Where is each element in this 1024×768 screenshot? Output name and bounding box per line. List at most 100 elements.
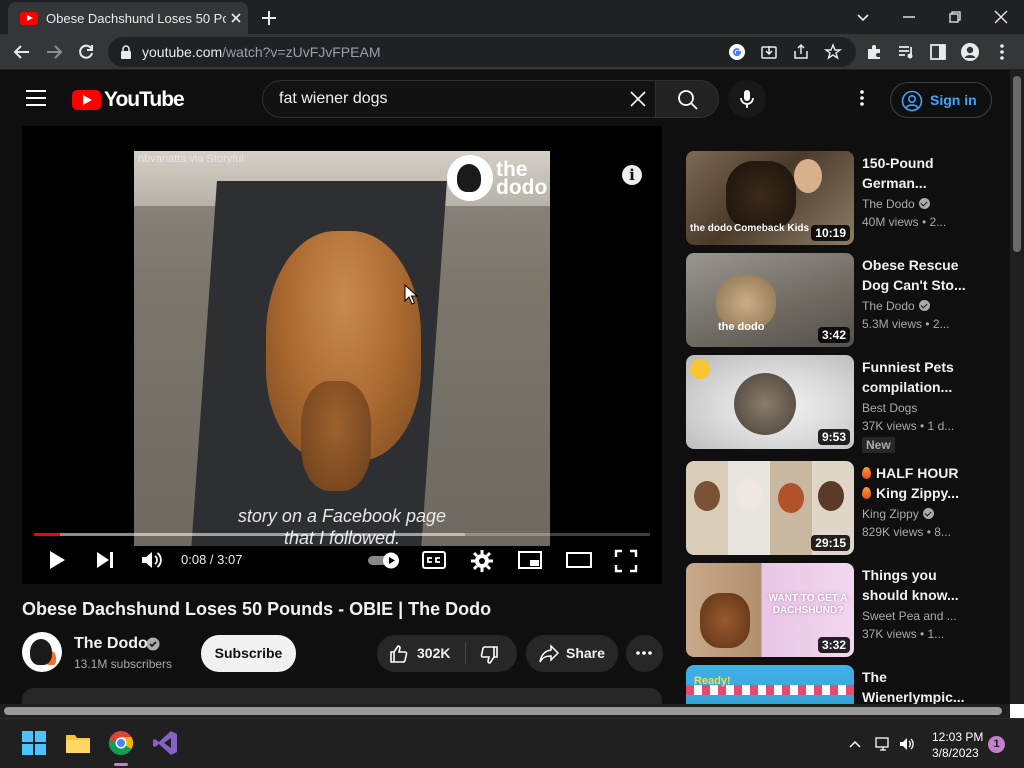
autoplay-toggle-icon[interactable]	[366, 549, 402, 571]
close-window-icon[interactable]	[990, 6, 1012, 28]
recommendation-thumbnail[interactable]: Ready!	[686, 665, 854, 704]
theater-mode-icon[interactable]	[566, 549, 592, 571]
share-button[interactable]: Share	[526, 635, 618, 672]
browser-tab[interactable]: Obese Dachshund Loses 50 Pounds - OBIE |…	[8, 2, 248, 34]
clear-search-icon[interactable]	[629, 90, 647, 108]
taskbar-time[interactable]: 12:03 PM	[932, 730, 983, 744]
video-scene-dachshund	[266, 231, 421, 491]
channel-name[interactable]: The Dodo	[74, 635, 148, 653]
recommendation-thumbnail[interactable]: 9:53	[686, 355, 854, 449]
subscribe-button[interactable]: Subscribe	[201, 635, 296, 672]
recommendation-title-line-1[interactable]: Funniest Pets	[862, 357, 980, 377]
search-input[interactable]: fat wiener dogs	[262, 80, 656, 118]
recommendation-title-line-1[interactable]: 150-Pound	[862, 153, 980, 173]
recommendation-channel[interactable]: King Zippy	[862, 507, 982, 521]
more-actions-button[interactable]	[626, 635, 663, 672]
recommendation-title-line-1[interactable]: Things you	[862, 565, 980, 585]
recommendation-title-line-2[interactable]: compilation...	[862, 377, 980, 397]
miniplayer-icon[interactable]	[518, 549, 542, 571]
recommendation-item[interactable]: 9:53 Funniest Pets compilation... Best D…	[686, 355, 986, 453]
video-duration: 3:32	[817, 637, 850, 653]
vertical-scrollbar[interactable]	[1010, 70, 1024, 704]
share-page-icon[interactable]	[792, 43, 810, 61]
recommendation-title-line-1[interactable]: The	[862, 667, 980, 687]
hamburger-menu-icon[interactable]	[26, 90, 46, 106]
recommendation-item[interactable]: the dodo 3:42 Obese Rescue Dog Can't Sto…	[686, 253, 986, 349]
recommendation-item[interactable]: the dodo Comeback Kids 10:19 150-Pound G…	[686, 151, 986, 247]
show-hidden-icons-chevron-icon[interactable]	[846, 736, 864, 752]
new-tab-icon[interactable]	[259, 8, 279, 28]
dislike-thumb-down-icon[interactable]	[479, 645, 499, 665]
chrome-icon[interactable]	[107, 729, 135, 757]
recommendation-item[interactable]: 29:15 HALF HOUR King Zippy... King Zippy…	[686, 461, 986, 557]
video-caption-line-2: that I followed.	[283, 528, 401, 548]
visual-studio-icon[interactable]	[151, 729, 179, 757]
bookmark-star-icon[interactable]	[824, 43, 842, 61]
profile-avatar-icon[interactable]	[960, 42, 980, 62]
recommendation-thumbnail[interactable]: the dodo Comeback Kids 10:19	[686, 151, 854, 245]
like-thumb-up-icon[interactable]	[389, 644, 409, 664]
file-explorer-icon[interactable]	[64, 729, 92, 757]
minimize-window-icon[interactable]	[898, 6, 920, 28]
horizontal-scroll-thumb[interactable]	[4, 707, 1002, 715]
sign-in-button[interactable]: Sign in	[890, 82, 992, 118]
recommendation-channel[interactable]: Sweet Pea and ...	[862, 609, 982, 623]
google-g-icon[interactable]	[728, 43, 746, 61]
recommendation-title-line-2[interactable]: Dog Can't Sto...	[862, 275, 980, 295]
video-frame[interactable]: nbvanatta via Storyful the dodo	[134, 151, 550, 546]
like-count[interactable]: 302K	[417, 645, 450, 661]
recommendation-item[interactable]: WANT TO GET A DACHSHUND? 3:32 Things you…	[686, 563, 986, 659]
recommendation-title-line-1[interactable]: Obese Rescue	[862, 255, 980, 275]
horizontal-scrollbar[interactable]	[0, 704, 1010, 718]
recommendation-title-line-2[interactable]: King Zippy...	[862, 483, 980, 503]
recommendation-item[interactable]: Ready! The Wienerlympic...	[686, 665, 986, 704]
next-video-icon[interactable]	[94, 549, 116, 571]
media-controls-icon[interactable]	[896, 42, 916, 62]
settings-more-icon[interactable]	[852, 88, 872, 108]
video-progress-bar[interactable]	[34, 533, 650, 536]
video-player[interactable]: nbvanatta via Storyful the dodo story on …	[22, 126, 662, 584]
forward-arrow-icon[interactable]	[44, 42, 64, 62]
play-icon[interactable]	[46, 549, 68, 571]
recommendation-channel[interactable]: Best Dogs	[862, 401, 982, 415]
recommendation-thumbnail[interactable]: WANT TO GET A DACHSHUND? 3:32	[686, 563, 854, 657]
side-panel-icon[interactable]	[928, 42, 948, 62]
info-card-button[interactable]: i	[622, 165, 642, 185]
recommendation-title-line-2[interactable]: should know...	[862, 585, 980, 605]
video-time-display: 0:08 / 3:07	[181, 552, 243, 567]
taskbar-date[interactable]: 3/8/2023	[932, 746, 979, 760]
recommendation-title-line-2[interactable]: German...	[862, 173, 980, 193]
verified-badge-icon	[146, 637, 160, 651]
recommendation-channel[interactable]: The Dodo	[862, 299, 982, 313]
restore-window-icon[interactable]	[944, 6, 966, 28]
settings-gear-icon[interactable]	[470, 549, 494, 573]
browser-menu-icon[interactable]	[992, 42, 1012, 62]
recommendation-title-line-1[interactable]: HALF HOUR	[862, 463, 980, 483]
windows-start-icon[interactable]	[20, 729, 48, 757]
speaker-icon[interactable]	[898, 736, 916, 752]
channel-avatar[interactable]	[22, 632, 62, 672]
reload-icon[interactable]	[76, 42, 96, 62]
recommendation-channel[interactable]: The Dodo	[862, 197, 982, 211]
lock-icon[interactable]	[120, 45, 132, 59]
recommendation-thumbnail[interactable]: 29:15	[686, 461, 854, 555]
recommendation-thumbnail[interactable]: the dodo 3:42	[686, 253, 854, 347]
recommendation-title-line-2[interactable]: Wienerlympic...	[862, 687, 980, 704]
mouse-cursor-icon	[404, 284, 418, 305]
install-app-icon[interactable]	[760, 43, 778, 61]
youtube-favicon-icon	[20, 12, 38, 25]
vertical-scroll-thumb[interactable]	[1013, 76, 1021, 252]
tab-search-chevron-icon[interactable]	[852, 6, 874, 28]
network-icon[interactable]	[874, 736, 892, 752]
volume-icon[interactable]	[140, 549, 164, 571]
notification-badge[interactable]: 1	[988, 736, 1005, 753]
search-button[interactable]	[655, 80, 719, 118]
extensions-puzzle-icon[interactable]	[864, 42, 884, 62]
back-arrow-icon[interactable]	[12, 42, 32, 62]
close-tab-icon[interactable]	[228, 10, 244, 26]
address-bar[interactable]: youtube.com/watch?v=zUvFJvFPEAM	[108, 37, 856, 67]
closed-captions-icon[interactable]	[422, 549, 446, 571]
thumb-cat-shape	[734, 373, 796, 435]
fullscreen-icon[interactable]	[614, 549, 638, 573]
voice-search-button[interactable]	[728, 80, 766, 118]
